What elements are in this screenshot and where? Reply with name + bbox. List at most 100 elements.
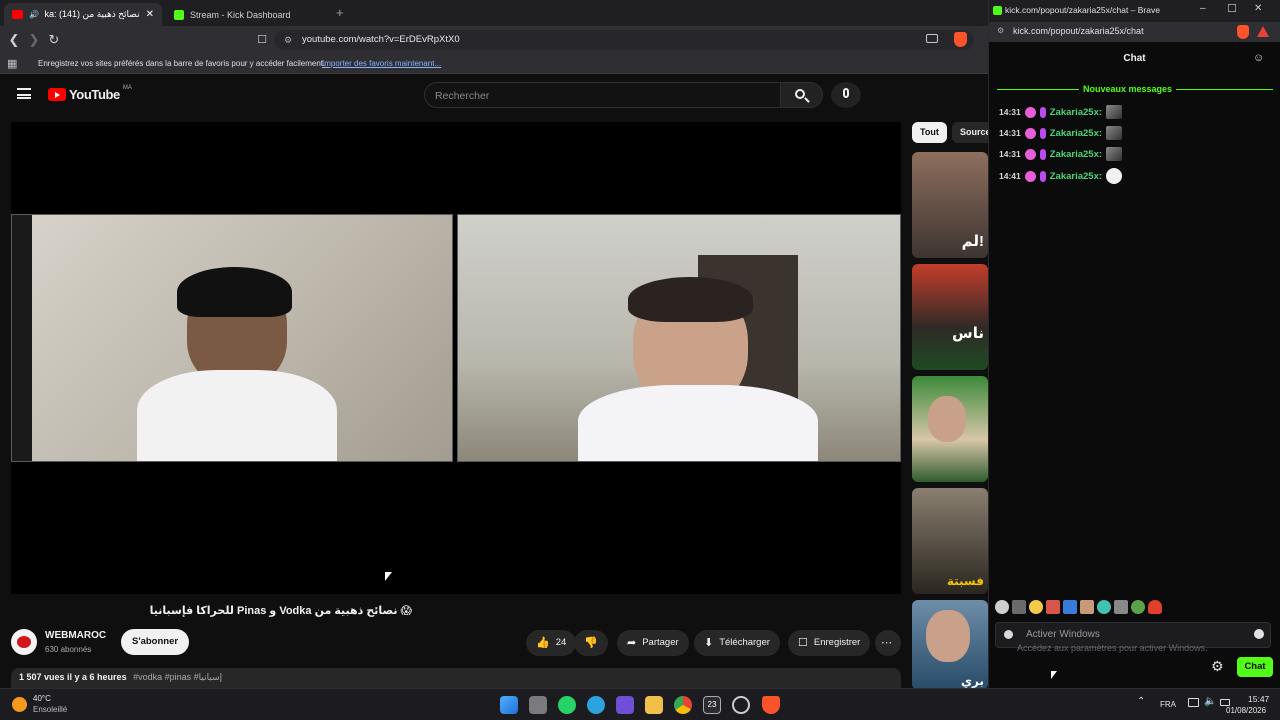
recommended-video-2[interactable]: ناس <box>912 264 988 370</box>
video-player[interactable] <box>11 122 901 594</box>
tab-youtube[interactable]: 🔊 نصائح ذهبية من (141) :dka 😱 ✕ <box>4 3 162 26</box>
search-input[interactable]: Rechercher <box>424 82 781 108</box>
emote-icon[interactable] <box>1148 600 1162 614</box>
volume-icon[interactable]: 🔈 <box>1204 696 1216 707</box>
tab-kick-dashboard[interactable]: Stream - Kick Dashboard <box>166 3 324 26</box>
close-window-icon[interactable]: ✕ <box>1254 3 1262 14</box>
broadcaster-badge-icon <box>1024 170 1036 182</box>
youtube-logo[interactable]: YouTube MA <box>48 85 132 102</box>
show-hidden-icons-icon[interactable]: ⌃ <box>1137 696 1145 707</box>
send-chat-button[interactable]: Chat <box>1237 657 1273 677</box>
search-button[interactable] <box>781 82 823 108</box>
obs-icon[interactable] <box>732 696 750 714</box>
brave-icon[interactable] <box>762 696 780 714</box>
broadcaster-badge-icon <box>1024 148 1036 160</box>
chat-message[interactable]: 14:41 Zakaria25x: <box>999 168 1123 184</box>
logo-text: YouTube <box>69 87 120 102</box>
emote-icon[interactable] <box>1046 600 1060 614</box>
site-info-icon[interactable]: ⚙ <box>284 30 292 50</box>
tab-label: نصائح ذهبية من (141) :dka 😱 <box>45 9 140 19</box>
chip-all[interactable]: Tout <box>912 122 947 143</box>
clock-date[interactable]: 01/08/2026 <box>1226 706 1266 715</box>
menu-icon[interactable] <box>17 88 31 99</box>
weather-icon[interactable] <box>12 697 27 712</box>
description-box[interactable]: 1 507 vues il y a 6 heures #vodka #pinas… <box>11 668 901 688</box>
emoji-icon[interactable] <box>1254 629 1264 639</box>
chat-settings-icon[interactable]: ⚙ <box>1211 658 1224 675</box>
bookmark-icon[interactable]: ☐ <box>254 32 270 48</box>
maximize-icon[interactable]: ☐ <box>1227 2 1237 15</box>
apps-grid-icon[interactable]: ▦ <box>7 58 17 70</box>
username[interactable]: Zakaria25x: <box>1050 128 1102 139</box>
reload-icon[interactable]: ↻ <box>46 32 62 48</box>
chat-message[interactable]: 14:31 Zakaria25x: <box>999 126 1123 140</box>
recommended-video-4[interactable]: فسبتة <box>912 488 988 594</box>
file-explorer-icon[interactable] <box>645 696 663 714</box>
emote-icon[interactable] <box>1131 600 1145 614</box>
brave-shield-icon[interactable] <box>1237 25 1249 39</box>
voice-search-button[interactable] <box>831 82 861 108</box>
username[interactable]: Zakaria25x: <box>1050 171 1102 182</box>
forward-icon[interactable]: ❯ <box>26 32 42 48</box>
new-tab-icon[interactable]: + <box>336 5 344 20</box>
username[interactable]: Zakaria25x: <box>1050 107 1102 118</box>
emote-icon[interactable] <box>1097 600 1111 614</box>
kick-url: kick.com/popout/zakaria25x/chat <box>1013 26 1144 36</box>
subscribe-button[interactable]: S'abonner <box>121 629 190 655</box>
close-tab-icon[interactable]: ✕ <box>146 9 154 20</box>
start-menu-icon[interactable] <box>500 696 518 714</box>
emote-icon[interactable] <box>995 600 1009 614</box>
cast-icon[interactable] <box>926 34 938 43</box>
task-view-icon[interactable] <box>529 696 547 714</box>
emote-icon[interactable] <box>1012 600 1026 614</box>
info-icon <box>1004 630 1013 639</box>
url-field[interactable]: ⚙ youtube.com/watch?v=ErDEvRpXtX0 <box>274 30 974 50</box>
chip-source[interactable]: Source <box>952 122 988 143</box>
back-icon[interactable]: ❮ <box>6 32 22 48</box>
brave-rewards-icon[interactable] <box>1257 26 1269 37</box>
language-indicator[interactable]: FRA <box>1160 700 1176 709</box>
hashtags[interactable]: #vodka #pinas #إسبانيا <box>133 672 222 682</box>
calendar-icon[interactable]: 23 <box>703 696 721 714</box>
telegram-icon[interactable] <box>587 696 605 714</box>
battery-icon[interactable] <box>1220 699 1230 706</box>
user-settings-icon[interactable]: ☺ <box>1253 52 1264 64</box>
brave-shield-icon[interactable] <box>954 32 967 47</box>
save-button[interactable]: ☐ Enregistrer <box>788 630 871 656</box>
chrome-icon[interactable] <box>674 696 692 714</box>
dislike-button[interactable]: 👎 <box>574 630 608 656</box>
emote-icon[interactable] <box>1063 600 1077 614</box>
network-icon[interactable] <box>1188 698 1199 707</box>
like-button[interactable]: 👍 24 <box>526 630 577 656</box>
audio-icon[interactable]: 🔊 <box>29 10 39 19</box>
connection-icon[interactable]: ⚙ <box>997 26 1004 35</box>
whatsapp-icon[interactable] <box>558 696 576 714</box>
app-icon[interactable] <box>616 696 634 714</box>
thumb-text: فسبتة <box>946 574 984 588</box>
download-button[interactable]: ⬇ Télécharger <box>694 630 780 656</box>
temperature: 40°C <box>33 694 51 703</box>
weather-text: Ensoleillé <box>33 705 68 714</box>
recommended-video-5[interactable]: بري <box>912 600 988 688</box>
chat-message[interactable]: 14:31 Zakaria25x: <box>999 147 1123 161</box>
minimize-icon[interactable]: – <box>1200 3 1206 14</box>
windows-activation-watermark: Accédez aux paramètres pour activer Wind… <box>1017 643 1208 653</box>
emote-icon <box>1106 126 1123 140</box>
emote-icon[interactable] <box>1114 600 1128 614</box>
microphone-badge-icon <box>1039 106 1046 118</box>
thumb-text: لم! <box>961 233 984 250</box>
kick-favicon-icon <box>174 9 184 20</box>
import-bookmarks-link[interactable]: Importer des favoris maintenant... <box>322 54 441 74</box>
more-actions-button[interactable]: ⋯ <box>875 630 901 656</box>
thumb-text: بري <box>961 674 984 688</box>
username[interactable]: Zakaria25x: <box>1050 149 1102 160</box>
emote-icon[interactable] <box>1080 600 1094 614</box>
clock-time[interactable]: 15:47 <box>1248 694 1269 704</box>
share-button[interactable]: ➦ Partager <box>617 630 689 656</box>
recommended-video-1[interactable]: لم! <box>912 152 988 258</box>
emote-icon[interactable] <box>1029 600 1043 614</box>
channel-name[interactable]: WEBMAROC <box>45 630 106 641</box>
recommended-video-3[interactable] <box>912 376 988 482</box>
channel-avatar[interactable] <box>11 629 37 655</box>
chat-message[interactable]: 14:31 Zakaria25x: <box>999 105 1123 119</box>
